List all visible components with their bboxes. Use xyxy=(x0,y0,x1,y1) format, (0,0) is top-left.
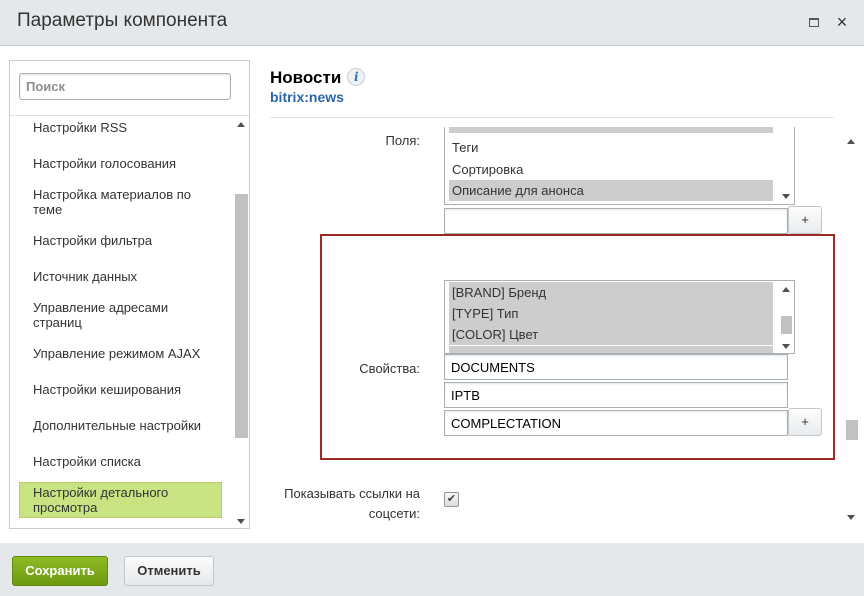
scroll-up-icon[interactable] xyxy=(782,287,790,292)
scroll-down-icon[interactable] xyxy=(782,194,790,199)
scroll-down-icon[interactable] xyxy=(782,344,790,349)
fields-label: Поля: xyxy=(385,133,420,148)
scroll-up-icon[interactable] xyxy=(847,139,855,144)
cancel-button[interactable]: Отменить xyxy=(124,556,214,586)
properties-scrollbar[interactable] xyxy=(779,281,794,353)
settings-sidebar: Настройки RSS Настройки голосования Наст… xyxy=(9,60,250,529)
sidebar-item-filter[interactable]: Настройки фильтра xyxy=(19,233,222,248)
content-scroll-thumb[interactable] xyxy=(846,420,858,440)
scroll-down-icon[interactable] xyxy=(237,519,245,524)
component-header: Новости i bitrix:news xyxy=(270,68,366,105)
fields-extra-input[interactable] xyxy=(444,208,788,234)
content-scrollbar[interactable] xyxy=(843,135,860,525)
sidebar-item-page-addresses[interactable]: Управление адресами страниц xyxy=(19,300,222,330)
fields-option-selected[interactable]: Описание для анонса xyxy=(449,180,773,201)
properties-multiselect[interactable]: [BRAND] Бренд [TYPE] Тип [COLOR] Цвет xyxy=(444,280,795,354)
sidebar-item-additional[interactable]: Дополнительные настройки xyxy=(19,418,222,433)
sidebar-item-list-settings[interactable]: Настройки списка xyxy=(19,454,222,469)
properties-option-selected[interactable]: [TYPE] Тип xyxy=(449,303,773,324)
dialog-footer: Сохранить Отменить xyxy=(0,543,864,596)
fields-option[interactable]: Сортировка xyxy=(449,159,773,180)
sidebar-item-related-materials[interactable]: Настройка материалов по теме xyxy=(19,187,222,217)
properties-scroll-thumb[interactable] xyxy=(781,316,792,334)
save-button[interactable]: Сохранить xyxy=(12,556,108,586)
sidebar-item-ajax[interactable]: Управление режимом AJAX xyxy=(19,346,222,361)
dialog-titlebar: Параметры компонента × xyxy=(0,0,864,46)
show-social-label-line1: Показывать ссылки на xyxy=(284,486,420,501)
fields-scrollbar[interactable] xyxy=(779,127,794,204)
fields-add-button[interactable]: + xyxy=(788,206,822,234)
sidebar-scrollbar[interactable] xyxy=(234,116,249,528)
sidebar-search-area xyxy=(10,61,249,116)
component-code: bitrix:news xyxy=(270,89,344,105)
show-social-label: Показывать ссылки на соцсети: xyxy=(270,484,420,524)
dialog-title: Параметры компонента xyxy=(17,10,228,31)
show-social-label-line2: соцсети: xyxy=(368,506,420,521)
header-divider xyxy=(270,117,834,118)
maximize-icon[interactable] xyxy=(806,14,822,30)
properties-add-button[interactable]: + xyxy=(788,408,822,436)
show-social-checkbox[interactable]: ✔ xyxy=(444,492,459,507)
fields-option[interactable]: Теги xyxy=(449,137,773,158)
sidebar-item-voting[interactable]: Настройки голосования xyxy=(19,156,222,171)
property-input-1[interactable] xyxy=(444,354,788,380)
properties-next-option xyxy=(449,346,773,353)
info-icon[interactable]: i xyxy=(347,68,366,86)
properties-option-selected[interactable]: [COLOR] Цвет xyxy=(449,324,773,345)
sidebar-item-data-source[interactable]: Источник данных xyxy=(19,269,222,284)
property-input-2[interactable] xyxy=(444,382,788,408)
properties-option-selected[interactable]: [BRAND] Бренд xyxy=(449,282,773,303)
sidebar-scroll-thumb[interactable] xyxy=(235,194,248,438)
sidebar-item-rss[interactable]: Настройки RSS xyxy=(19,120,222,135)
check-icon: ✔ xyxy=(446,493,457,505)
scroll-up-icon[interactable] xyxy=(237,122,245,127)
close-icon[interactable]: × xyxy=(834,13,850,31)
search-input[interactable] xyxy=(19,73,231,100)
sidebar-item-caching[interactable]: Настройки кеширования xyxy=(19,382,222,397)
fields-prev-option xyxy=(449,127,773,133)
component-title: Новости xyxy=(270,68,342,87)
dialog-body: Настройки RSS Настройки голосования Наст… xyxy=(0,47,864,543)
fields-multiselect[interactable]: Теги Сортировка Описание для анонса xyxy=(444,127,795,205)
sidebar-item-detail-view[interactable]: Настройки детального просмотра xyxy=(19,482,222,518)
properties-label: Свойства: xyxy=(359,361,420,376)
property-input-3[interactable] xyxy=(444,410,788,436)
scroll-down-icon[interactable] xyxy=(847,515,855,520)
